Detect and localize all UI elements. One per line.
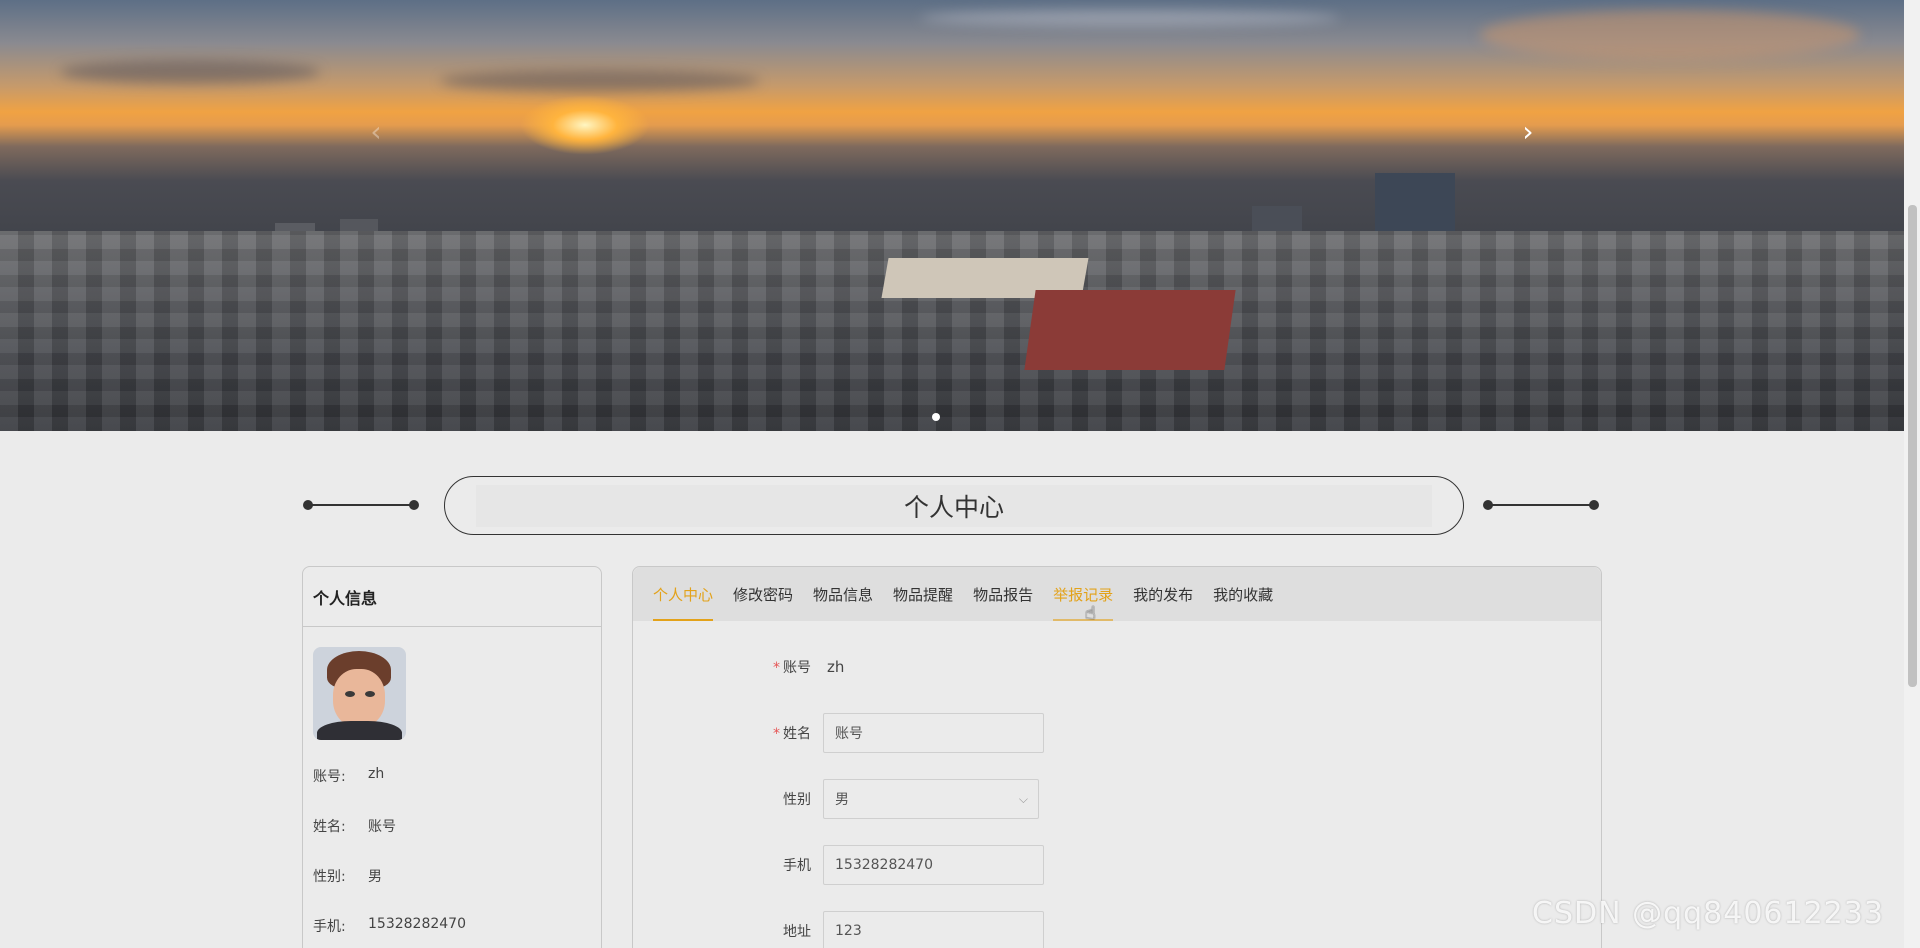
field-label-account: * 账号 xyxy=(773,660,811,676)
page-title: 个人中心 xyxy=(476,484,1432,527)
cloud-shape xyxy=(1480,10,1860,60)
profile-row-phone: 手机: 15328282470 xyxy=(313,916,466,936)
form-row-name: * 姓名 账号 xyxy=(633,713,1603,753)
tab-my-posts[interactable]: 我的发布 xyxy=(1133,567,1193,621)
building-shape xyxy=(1024,290,1236,370)
address-field[interactable]: 123 xyxy=(823,911,1044,948)
phone-field[interactable]: 15328282470 xyxy=(823,845,1044,885)
gender-select-value: 男 xyxy=(835,792,849,808)
form-row-gender: 性别 男 ⌵ xyxy=(633,779,1603,819)
profile-card-heading: 个人信息 xyxy=(303,567,601,627)
tab-item-info[interactable]: 物品信息 xyxy=(813,567,873,621)
profile-row-account: 账号: zh xyxy=(313,766,384,786)
profile-row-value: zh xyxy=(368,766,385,782)
scrollbar-thumb[interactable] xyxy=(1908,205,1917,687)
profile-row-label: 姓名: xyxy=(313,819,346,835)
title-decoration-left xyxy=(303,500,419,510)
chevron-down-icon: ⌵ xyxy=(1018,791,1028,806)
field-label-address: 地址 xyxy=(783,924,811,940)
required-marker: * xyxy=(773,660,780,676)
hero-carousel: ‹ › xyxy=(0,0,1904,431)
tab-report-records[interactable]: 举报记录 xyxy=(1053,567,1114,621)
tab-change-password[interactable]: 修改密码 xyxy=(733,567,793,621)
avatar xyxy=(313,647,406,740)
name-field[interactable]: 账号 xyxy=(823,713,1044,753)
page-scrollbar[interactable] xyxy=(1904,0,1920,948)
carousel-indicator-dot[interactable] xyxy=(932,413,940,421)
carousel-next-icon[interactable]: › xyxy=(1514,118,1542,146)
field-label-name: * 姓名 xyxy=(773,726,811,742)
profile-row-gender: 性别: 男 xyxy=(313,866,382,886)
field-label-phone: 手机 xyxy=(783,858,811,874)
required-marker: * xyxy=(773,726,780,742)
field-label-gender: 性别 xyxy=(783,792,811,808)
section-title: 个人中心 xyxy=(302,476,1602,536)
user-center-panel: 个人中心 修改密码 物品信息 物品提醒 物品报告 举报记录 我的发布 我的收藏 … xyxy=(632,566,1602,948)
profile-row-value: 男 xyxy=(368,869,382,885)
tab-item-report[interactable]: 物品报告 xyxy=(973,567,1033,621)
profile-row-value: 15328282470 xyxy=(368,916,466,932)
form-row-address: 地址 123 xyxy=(633,911,1603,948)
gender-select[interactable]: 男 ⌵ xyxy=(823,779,1039,819)
cloud-shape xyxy=(920,10,1340,26)
profile-card: 个人信息 账号: zh 姓名: 账号 性别: 男 手机: 15328282470 xyxy=(302,566,602,948)
form-row-phone: 手机 15328282470 xyxy=(633,845,1603,885)
cloud-shape xyxy=(60,60,320,84)
tab-personal-center[interactable]: 个人中心 xyxy=(653,567,714,621)
title-decoration-right xyxy=(1483,500,1599,510)
csdn-watermark: CSDN @qq840612233 xyxy=(1532,896,1884,931)
profile-row-value: 账号 xyxy=(368,819,396,835)
hand-cursor-icon: ☝ xyxy=(1085,603,1096,624)
profile-row-label: 账号: xyxy=(313,769,346,785)
carousel-prev-icon[interactable]: ‹ xyxy=(362,118,390,146)
profile-row-label: 性别: xyxy=(313,869,346,885)
form-row-account: * 账号 zh xyxy=(633,647,1603,687)
title-pill: 个人中心 xyxy=(444,476,1464,535)
profile-row-label: 手机: xyxy=(313,919,346,935)
profile-row-name: 姓名: 账号 xyxy=(313,816,396,836)
cloud-shape xyxy=(440,70,760,92)
tab-item-reminder[interactable]: 物品提醒 xyxy=(893,567,953,621)
tab-my-favorites[interactable]: 我的收藏 xyxy=(1213,567,1273,621)
account-value: zh xyxy=(827,658,845,676)
tab-bar: 个人中心 修改密码 物品信息 物品提醒 物品报告 举报记录 我的发布 我的收藏 xyxy=(633,567,1601,621)
